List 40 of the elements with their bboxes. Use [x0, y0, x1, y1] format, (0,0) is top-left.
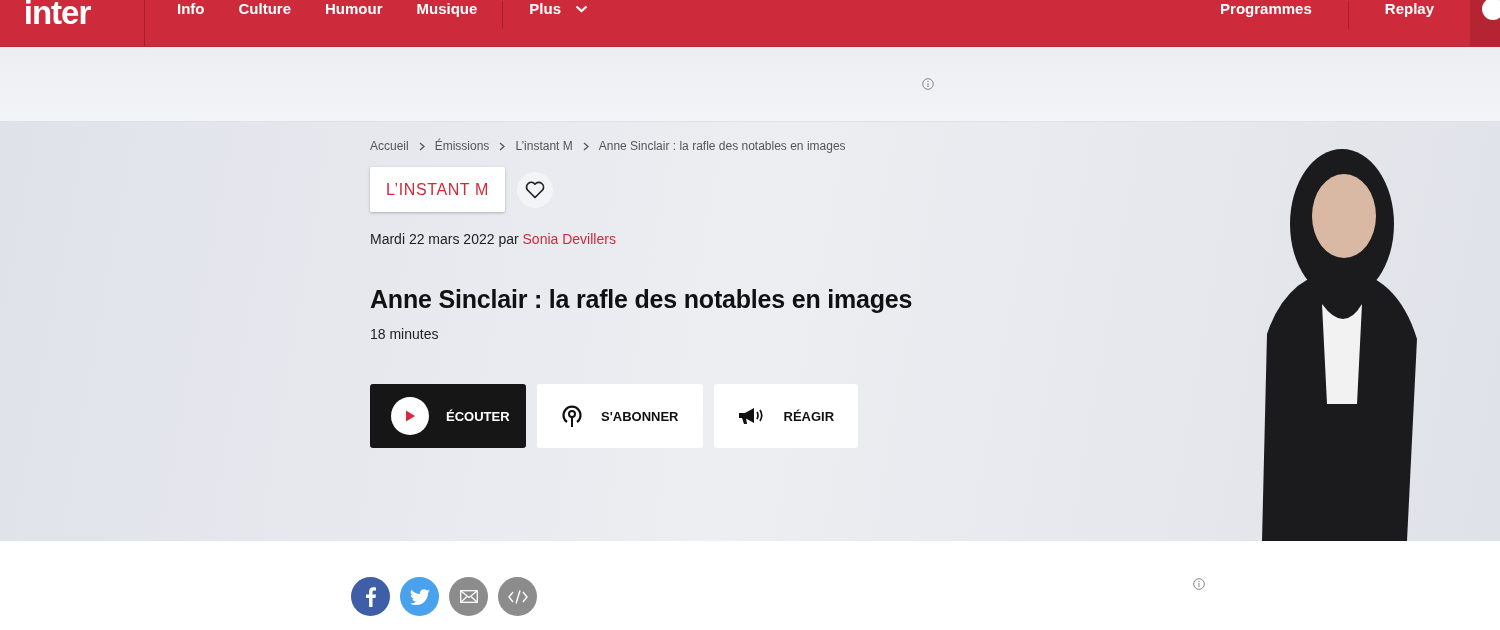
megaphone-icon: [737, 406, 766, 426]
chevron-right-icon: [499, 141, 506, 151]
breadcrumb-link[interactable]: L’instant M: [515, 139, 573, 153]
duration-text: 18 minutes: [370, 326, 440, 342]
nav-link[interactable]: Musique: [399, 1, 495, 17]
episode-title: Anne Sinclair : la rafle des notables en images: [370, 284, 913, 314]
show-tag[interactable]: L’INSTANT M: [370, 167, 505, 212]
info-icon: [1193, 578, 1205, 590]
breadcrumb-link[interactable]: Émissions: [434, 139, 490, 153]
podcast-icon: [561, 404, 583, 428]
play-icon: [391, 397, 429, 435]
info-icon: [922, 78, 934, 90]
facebook-icon: [365, 586, 376, 607]
nav-link[interactable]: Programmes: [1184, 1, 1348, 17]
breadcrumb-link[interactable]: Accueil: [370, 139, 409, 153]
nav-link[interactable]: Culture: [221, 1, 308, 17]
subscribe-button[interactable]: S'ABONNER: [537, 384, 703, 448]
bird-icon: [409, 588, 430, 605]
heart-icon: [524, 180, 545, 199]
code-icon: [507, 589, 528, 604]
listen-button[interactable]: ÉCOUTER: [370, 384, 526, 448]
chevron-down-icon: [575, 5, 589, 13]
avatar-icon[interactable]: [1482, 0, 1500, 20]
twitter-share-button[interactable]: [400, 577, 439, 616]
nav-dropdown[interactable]: Plus: [511, 1, 606, 17]
react-button[interactable]: RÉAGIR: [713, 384, 859, 448]
nav-link[interactable]: Humour: [308, 1, 400, 17]
chevron-right-icon: [582, 141, 589, 151]
nav-link[interactable]: Replay: [1348, 1, 1470, 17]
embed-share-button[interactable]: [498, 577, 537, 616]
facebook-share-button[interactable]: [351, 577, 390, 616]
site-logo[interactable]: inter: [23, 0, 91, 30]
email-share-button[interactable]: [449, 577, 488, 616]
nav-link[interactable]: Info: [145, 1, 222, 17]
chevron-right-icon: [418, 141, 425, 151]
breadcrumb-current: Anne Sinclair : la rafle des notables en images: [598, 139, 846, 153]
byline: Mardi 22 mars 2022 par Sonia Devillers: [370, 230, 617, 248]
author-link[interactable]: Sonia Devillers: [522, 231, 616, 247]
envelope-icon: [459, 590, 478, 603]
account-panel[interactable]: [1470, 0, 1500, 46]
